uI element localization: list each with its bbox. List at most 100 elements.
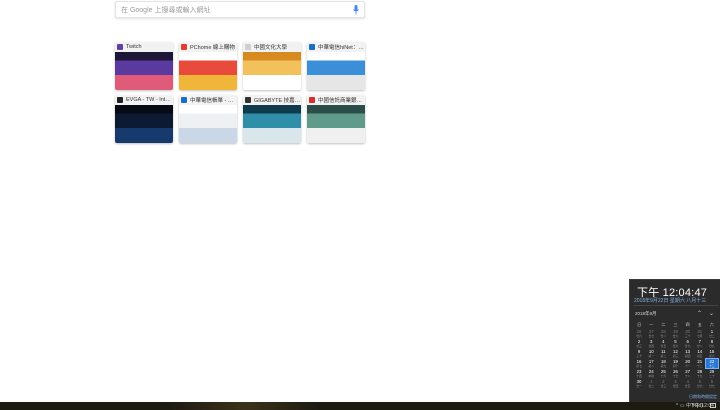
calendar-day[interactable]: 3 廿四 — [669, 379, 681, 388]
date-time-settings-link[interactable]: 日期和時間設定 — [689, 394, 717, 400]
calendar-day[interactable]: 15 初六 — [706, 349, 718, 358]
calendar-day[interactable]: 9 三十 — [633, 349, 645, 358]
calendar-lunar-label: 初七 — [636, 364, 642, 368]
calendar-day[interactable]: 12 初三 — [669, 349, 681, 358]
calendar-day[interactable]: 24 中秋 — [645, 369, 657, 378]
calendar-day[interactable]: 23 十四 — [633, 369, 645, 378]
calendar-lunar-label: 廿二 — [709, 334, 715, 338]
tile-title: 中華電信hiNet：4... — [318, 45, 365, 51]
calendar-lunar-label: 初四 — [684, 354, 691, 358]
calendar-day[interactable]: 13 初四 — [682, 349, 694, 358]
calendar-day[interactable]: 10 初一 — [645, 349, 657, 358]
calendar-day[interactable]: 19 初十 — [669, 359, 681, 368]
calendar-lunar-label: 廿一 — [636, 384, 642, 388]
tile-title-bar: PChome 線上購物 — [179, 42, 237, 52]
calendar-lunar-label: 廿七 — [648, 334, 655, 338]
calendar-weekday: 一 — [649, 322, 654, 327]
calendar-weekday: 五 — [697, 322, 702, 327]
tile-title: 中國信託商業銀行 - — [318, 98, 365, 104]
calendar-day[interactable]: 29 廿九 — [669, 329, 681, 338]
tile-title-bar: 中國文化大學 — [243, 42, 301, 52]
calendar-lunar-label: 廿六 — [672, 344, 679, 348]
calendar-day[interactable]: 28 廿八 — [657, 329, 669, 338]
calendar-day[interactable]: 17 初八 — [645, 359, 657, 368]
calendar-day[interactable]: 16 初七 — [633, 359, 645, 368]
calendar-day[interactable]: 14 初五 — [694, 349, 706, 358]
calendar-day[interactable]: 18 初九 — [657, 359, 669, 368]
calendar-day[interactable]: 21 十二 — [694, 359, 706, 368]
calendar-day[interactable]: 5 廿六 — [694, 379, 706, 388]
search-box[interactable]: 在 Google 上搜尋或輸入網址 — [115, 1, 365, 18]
tile-thumbnail — [307, 105, 365, 143]
action-center-icon[interactable] — [710, 403, 716, 408]
calendar-day[interactable]: 6 廿七 — [706, 379, 718, 388]
calendar-lunar-label: 十三 — [709, 364, 715, 368]
search-placeholder: 在 Google 上搜尋或輸入網址 — [121, 7, 211, 14]
tile-thumbnail — [115, 52, 173, 90]
calendar-lunar-label: 十九 — [696, 374, 703, 378]
microphone-icon[interactable] — [353, 5, 359, 15]
calendar-lunar-label: 二十 — [709, 374, 715, 378]
calendar-lunar-label: 十一 — [684, 364, 691, 368]
calendar-day[interactable]: 25 十六 — [657, 369, 669, 378]
calendar-day[interactable]: 8 廿九 — [706, 339, 718, 348]
calendar-day[interactable]: 2 廿三 — [657, 379, 669, 388]
tile-title: PChome 線上購物 — [190, 45, 235, 51]
calendar-day[interactable]: 1 廿二 — [645, 379, 657, 388]
calendar-day[interactable]: 26 十七 — [669, 369, 681, 378]
calendar-day[interactable]: 29 二十 — [706, 369, 718, 378]
most-visited-tile[interactable]: GIGABYTE 技嘉科技 — [243, 95, 301, 143]
calendar-lunar-label: 初十 — [672, 364, 679, 368]
tile-title: EVGA - TW - Intelli... — [126, 97, 173, 103]
calendar-lunar-label: 廿九 — [672, 334, 679, 338]
calendar-day[interactable]: 20 十一 — [682, 359, 694, 368]
calendar-day[interactable]: 27 廿七 — [645, 329, 657, 338]
calendar-month-label[interactable]: 2018年9月 — [635, 311, 657, 317]
calendar-day[interactable]: 27 十八 — [682, 369, 694, 378]
calendar-day[interactable]: 5 廿六 — [669, 339, 681, 348]
calendar-day[interactable]: 6 廿七 — [682, 339, 694, 348]
most-visited-tile[interactable]: 中華電信帳單 - 網... — [179, 95, 237, 143]
tile-favicon-icon — [309, 44, 315, 50]
calendar-prev-icon[interactable]: ⌃ — [697, 310, 702, 317]
calendar-day[interactable]: 4 廿五 — [682, 379, 694, 388]
calendar-lunar-label: 初九 — [660, 364, 667, 368]
most-visited-tile[interactable]: Twitch — [115, 42, 173, 90]
most-visited-tile[interactable]: EVGA - TW - Intelli... — [115, 95, 173, 143]
most-visited-tile[interactable]: 中國信託商業銀行 - — [307, 95, 365, 143]
calendar-weekday: 日 — [637, 322, 642, 327]
calendar-lunar-label: 廿四 — [672, 384, 679, 388]
calendar-lunar-label: 初六 — [709, 354, 715, 358]
most-visited-tile[interactable]: 中華電信hiNet：4... — [307, 42, 365, 90]
calendar-day[interactable]: 26 廿六 — [633, 329, 645, 338]
calendar-day[interactable]: 22 十三 — [704, 358, 720, 369]
calendar-grid: 日一二三四五六 26 廿六 27 廿七 28 廿八 29 廿九 30 三十 31 七月 1 廿二 2 廿三 3 廿四… — [633, 321, 720, 388]
flyout-date-link[interactable]: 2018年9月22日 星期六 八月十三 — [634, 297, 706, 304]
most-visited-tile[interactable]: 中國文化大學 — [243, 42, 301, 90]
calendar-day[interactable]: 30 廿一 — [633, 379, 645, 388]
calendar-weekday: 六 — [709, 322, 714, 327]
calendar-day[interactable]: 1 廿二 — [706, 329, 718, 338]
calendar-lunar-label: 廿九 — [709, 344, 715, 348]
calendar-next-icon[interactable]: ⌄ — [709, 310, 714, 317]
most-visited-tile[interactable]: PChome 線上購物 — [179, 42, 237, 90]
calendar-day[interactable]: 30 三十 — [682, 329, 694, 338]
calendar-lunar-label: 廿八 — [660, 334, 667, 338]
calendar-day[interactable]: 28 十九 — [694, 369, 706, 378]
calendar-day[interactable]: 2 廿三 — [633, 339, 645, 348]
calendar-day[interactable]: 7 廿八 — [694, 339, 706, 348]
calendar-lunar-label: 七月 — [696, 334, 703, 338]
calendar-lunar-label: 廿四 — [648, 344, 655, 348]
calendar-day[interactable]: 3 廿四 — [645, 339, 657, 348]
calendar-day[interactable]: 31 七月 — [694, 329, 706, 338]
calendar-lunar-label: 廿三 — [660, 384, 667, 388]
calendar-lunar-label: 三十 — [684, 334, 691, 338]
tile-thumbnail — [243, 105, 301, 143]
calendar-lunar-label: 初一 — [648, 354, 655, 358]
calendar-lunar-label: 廿三 — [636, 344, 642, 348]
calendar-day[interactable]: 11 初二 — [657, 349, 669, 358]
calendar-lunar-label: 廿五 — [660, 344, 667, 348]
calendar-lunar-label: 廿八 — [696, 344, 703, 348]
calendar-lunar-label: 十四 — [636, 374, 642, 378]
calendar-day[interactable]: 4 廿五 — [657, 339, 669, 348]
